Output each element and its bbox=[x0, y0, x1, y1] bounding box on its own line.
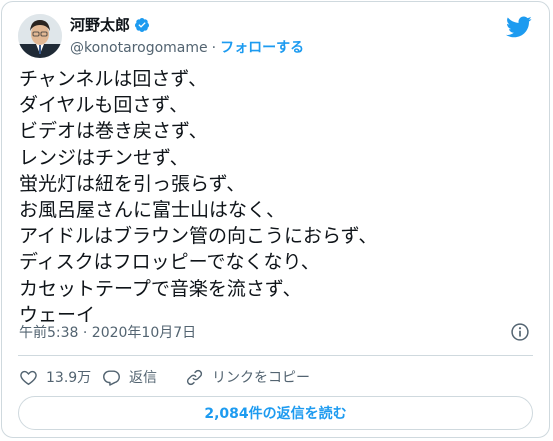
verified-badge-icon bbox=[135, 18, 150, 32]
divider bbox=[18, 355, 533, 356]
heart-icon bbox=[20, 370, 37, 385]
tweet-line: カセットテープで音楽を流さず、 bbox=[19, 277, 302, 300]
tweet-line: ディスクはフロッピーでなくなり、 bbox=[19, 251, 320, 274]
link-icon bbox=[186, 369, 203, 385]
handle-row: @konotarogomame · フォローする bbox=[70, 39, 304, 57]
user-handle[interactable]: @konotarogomame bbox=[70, 39, 208, 57]
tweet-line: チャンネルは回さず、 bbox=[19, 68, 208, 90]
timestamp[interactable]: 午前5:38 · 2020年10月7日 bbox=[19, 324, 196, 342]
display-name[interactable]: 河野太郎 bbox=[70, 16, 130, 34]
reply-label: 返信 bbox=[129, 370, 157, 386]
like-button[interactable]: 13.9万 bbox=[19, 367, 102, 387]
info-icon[interactable] bbox=[510, 322, 530, 342]
tweet-text: チャンネルは回さず、 ダイヤルも回さず、 ビデオは巻き戻さず、 レンジはチンせず… bbox=[19, 66, 539, 328]
tweet-card: 河野太郎 @konotarogomame · フォローする チャンネルは回さず、… bbox=[1, 1, 550, 438]
follow-link[interactable]: フォローする bbox=[220, 39, 304, 57]
avatar-image bbox=[18, 14, 62, 58]
tweet-line: レンジはチンせず、 bbox=[19, 146, 189, 169]
tweet-line: ビデオは巻き戻さず、 bbox=[19, 120, 208, 143]
reply-icon bbox=[103, 369, 120, 386]
copy-link-label: リンクをコピー bbox=[212, 370, 310, 386]
like-count: 13.9万 bbox=[46, 370, 92, 386]
separator: · bbox=[211, 40, 217, 56]
copy-link-button[interactable]: リンクをコピー bbox=[185, 367, 310, 387]
reply-button[interactable]: 返信 bbox=[102, 367, 185, 387]
avatar[interactable] bbox=[18, 14, 62, 58]
tweet-line: ダイヤルも回さず、 bbox=[19, 94, 189, 117]
action-bar: 13.9万 返信 リンクをコピー bbox=[19, 367, 310, 387]
read-replies-button[interactable]: 2,084件の返信を読む bbox=[18, 396, 533, 430]
tweet-line: 蛍光灯は紐を引っ張らず、 bbox=[19, 172, 246, 195]
twitter-bird-icon[interactable] bbox=[506, 16, 532, 38]
tweet-line: お風呂屋さんに富士山はなく、 bbox=[19, 199, 286, 222]
tweet-line: アイドルはブラウン管の向こうにおらず、 bbox=[19, 225, 378, 248]
author-name-row[interactable]: 河野太郎 bbox=[70, 16, 150, 34]
